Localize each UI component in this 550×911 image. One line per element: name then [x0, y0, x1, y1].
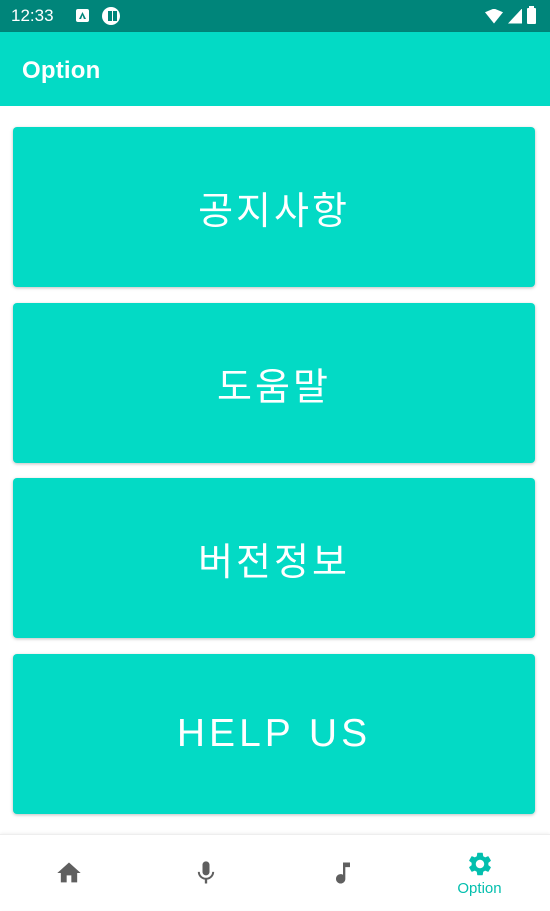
status-time: 12:33: [11, 6, 54, 25]
status-indicators: [485, 6, 536, 24]
keyboard-notification-icon: [76, 9, 89, 22]
help-button[interactable]: 도움말: [13, 303, 535, 463]
nav-item-option[interactable]: Option: [411, 835, 548, 911]
status-bar: 12:33: [0, 0, 550, 32]
wifi-icon: [485, 8, 503, 24]
help-us-button[interactable]: HELP US: [13, 654, 535, 814]
notice-button[interactable]: 공지사항: [13, 127, 535, 287]
mic-icon: [197, 861, 214, 884]
page-title: Option: [22, 57, 101, 84]
nav-item-music[interactable]: [274, 835, 411, 911]
version-info-button[interactable]: 버전정보: [13, 478, 535, 638]
gear-icon: [468, 852, 491, 875]
option-menu: 공지사항 도움말 버전정보 HELP US: [0, 106, 550, 834]
home-icon: [56, 862, 81, 883]
music-note-icon: [335, 862, 350, 884]
bottom-navigation: Option: [0, 834, 550, 910]
app-bar: Option: [0, 32, 550, 106]
nav-label-option: Option: [457, 879, 502, 897]
nav-item-home[interactable]: [0, 835, 137, 911]
nav-item-mic[interactable]: [137, 835, 274, 911]
battery-icon: [527, 6, 536, 24]
signal-icon: [508, 8, 522, 24]
app-notification-icon: [102, 7, 120, 25]
